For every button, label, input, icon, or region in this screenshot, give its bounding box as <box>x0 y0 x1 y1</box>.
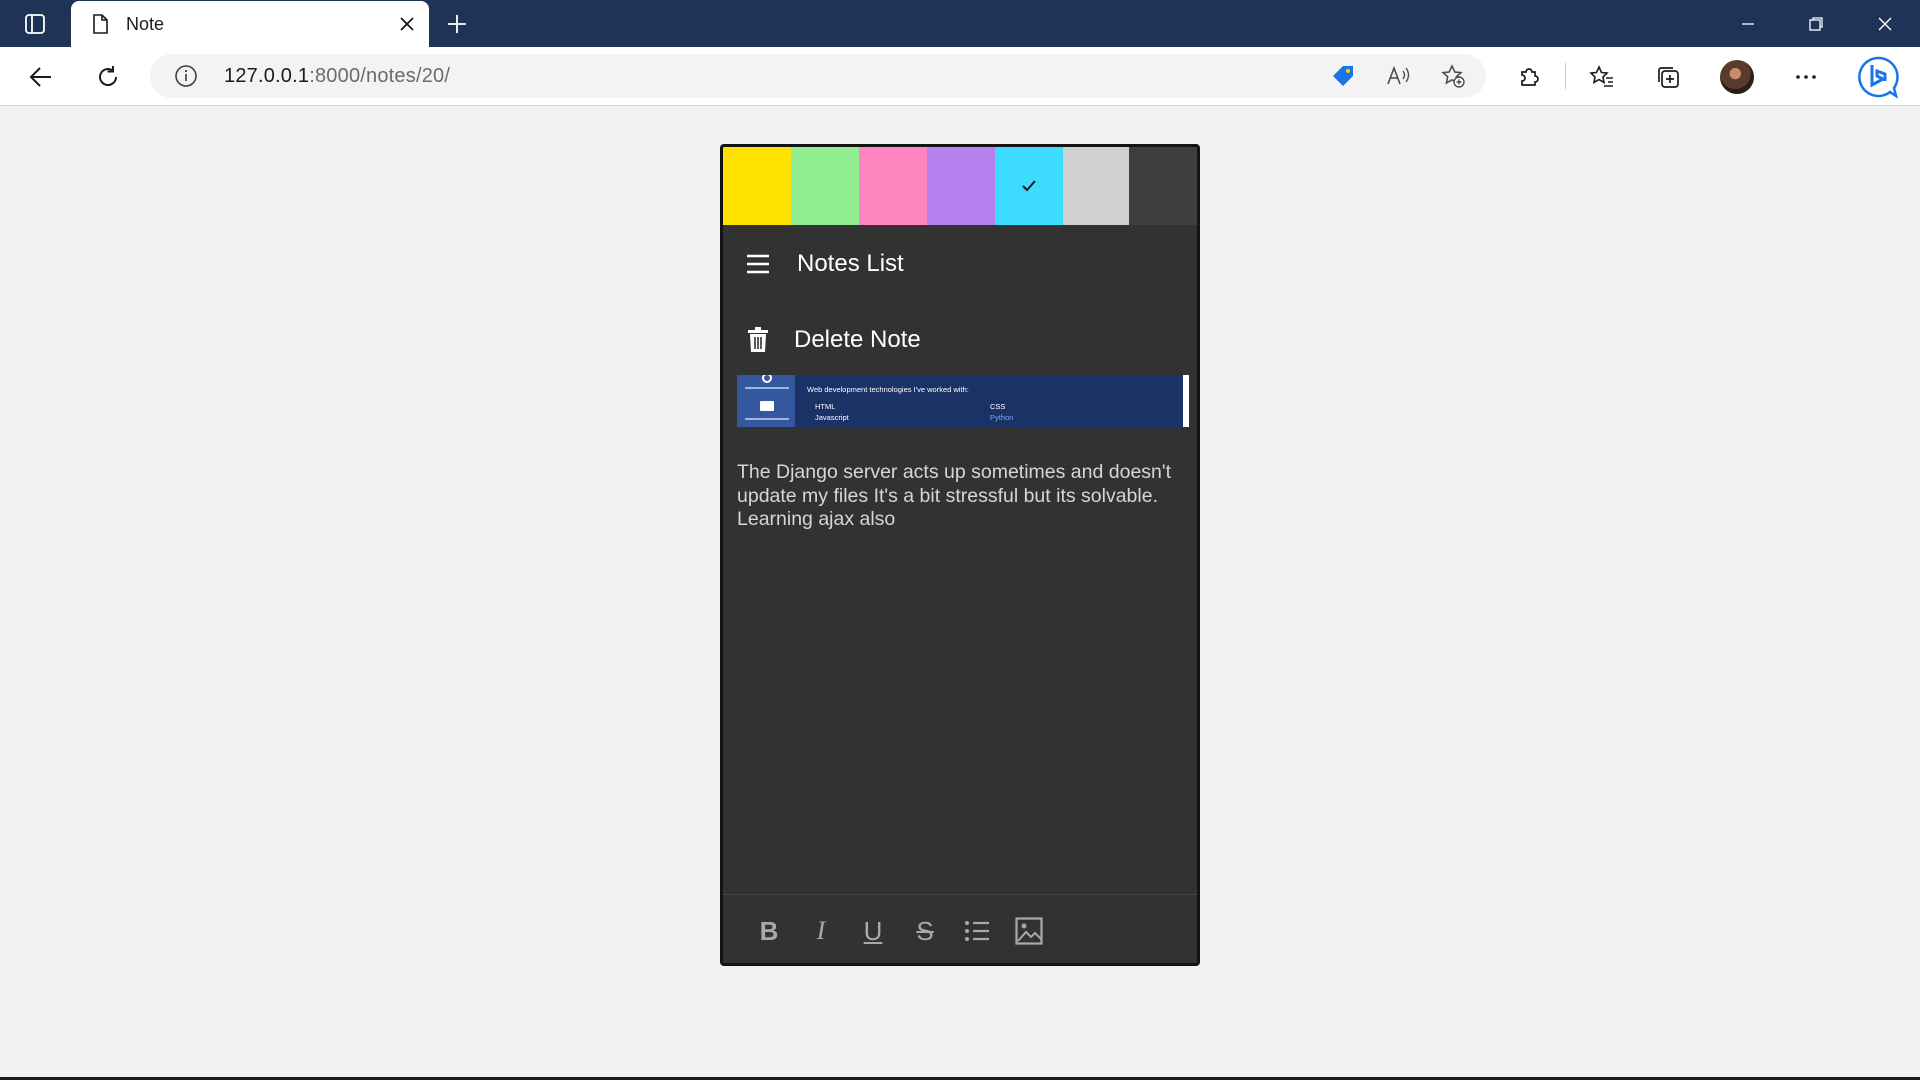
embedded-item-css: CSS <box>990 402 1006 411</box>
url-path: :8000/notes/20/ <box>309 65 451 87</box>
page-icon <box>89 13 111 35</box>
bulleted-list-button[interactable] <box>961 915 993 947</box>
url-host: 127.0.0.1 <box>224 65 310 87</box>
notes-list-label: Notes List <box>797 250 904 277</box>
menu-icon <box>745 251 771 277</box>
delete-note-label: Delete Note <box>794 326 921 353</box>
new-tab-icon[interactable] <box>442 10 472 38</box>
underline-button[interactable]: U <box>857 915 889 947</box>
formatting-toolbar: B I U S <box>723 894 1197 963</box>
restore-icon[interactable] <box>1782 0 1850 47</box>
color-swatch-gray[interactable] <box>1063 147 1129 225</box>
tab-title: Note <box>126 14 165 34</box>
add-favorite-icon[interactable] <box>1440 63 1466 89</box>
bold-button[interactable]: B <box>753 915 785 947</box>
toolbar-divider <box>1565 63 1566 89</box>
coupon-tag-icon[interactable] <box>1330 63 1356 89</box>
close-tab-icon[interactable] <box>395 12 419 36</box>
browser-toolbar: 127.0.0.1:8000/notes/20/ <box>0 47 1920 106</box>
note-card: Notes List Delete Note Web development t… <box>720 144 1200 966</box>
site-info-icon[interactable] <box>174 64 198 88</box>
note-content-editor[interactable]: The Django server acts up sometimes and … <box>737 461 1189 532</box>
bold-icon: B <box>759 915 779 946</box>
color-swatch-pink[interactable] <box>859 147 927 225</box>
address-bar[interactable]: 127.0.0.1:8000/notes/20/ <box>150 54 1486 98</box>
italic-icon: I <box>816 916 826 945</box>
bulleted-list-icon <box>965 921 989 941</box>
embedded-image-edge <box>1183 375 1189 427</box>
browser-tab[interactable]: Note <box>71 1 429 47</box>
browser-tab-bar: Note <box>0 0 1920 47</box>
color-swatch-purple[interactable] <box>927 147 995 225</box>
strikethrough-button[interactable]: S <box>909 915 941 947</box>
sidebar-line <box>745 418 789 420</box>
collections-icon[interactable] <box>1650 59 1686 95</box>
close-window-icon[interactable] <box>1851 0 1919 47</box>
italic-button[interactable]: I <box>805 915 837 947</box>
embedded-item-html: HTML <box>815 402 836 411</box>
embedded-image-sidebar <box>737 375 795 427</box>
embedded-image: Web development technologies I've worked… <box>737 375 1189 427</box>
embedded-item-python: Python <box>990 413 1014 422</box>
favorites-icon[interactable] <box>1584 59 1620 95</box>
color-picker-filler <box>1129 147 1197 225</box>
delete-note-button[interactable]: Delete Note <box>723 305 1197 375</box>
url-text[interactable]: 127.0.0.1:8000/notes/20/ <box>224 65 450 88</box>
checkmark-icon <box>1022 180 1036 192</box>
read-aloud-icon[interactable] <box>1385 63 1411 89</box>
strikethrough-icon: S <box>916 915 934 946</box>
trash-icon <box>745 327 771 353</box>
back-icon[interactable] <box>23 59 59 95</box>
settings-icon <box>762 375 772 383</box>
underline-icon: U <box>863 915 883 946</box>
sidebar-line <box>745 387 789 389</box>
minimize-icon[interactable] <box>1714 0 1782 47</box>
image-icon <box>1015 917 1043 945</box>
insert-image-button[interactable] <box>1013 915 1045 947</box>
color-swatch-cyan[interactable] <box>995 147 1063 225</box>
notes-list-button[interactable]: Notes List <box>723 229 1197 299</box>
color-picker <box>723 147 1197 225</box>
mail-icon <box>760 401 774 411</box>
more-options-icon[interactable] <box>1788 59 1824 95</box>
extensions-icon[interactable] <box>1511 59 1547 95</box>
tab-actions-icon[interactable] <box>16 10 54 38</box>
embedded-heading: Web development technologies I've worked… <box>807 385 969 394</box>
profile-avatar[interactable] <box>1720 60 1754 94</box>
color-swatch-yellow[interactable] <box>723 147 791 225</box>
embedded-item-javascript: Javascript <box>815 413 849 422</box>
bing-chat-icon[interactable] <box>1856 55 1900 99</box>
color-swatch-green[interactable] <box>791 147 859 225</box>
refresh-icon[interactable] <box>90 59 126 95</box>
